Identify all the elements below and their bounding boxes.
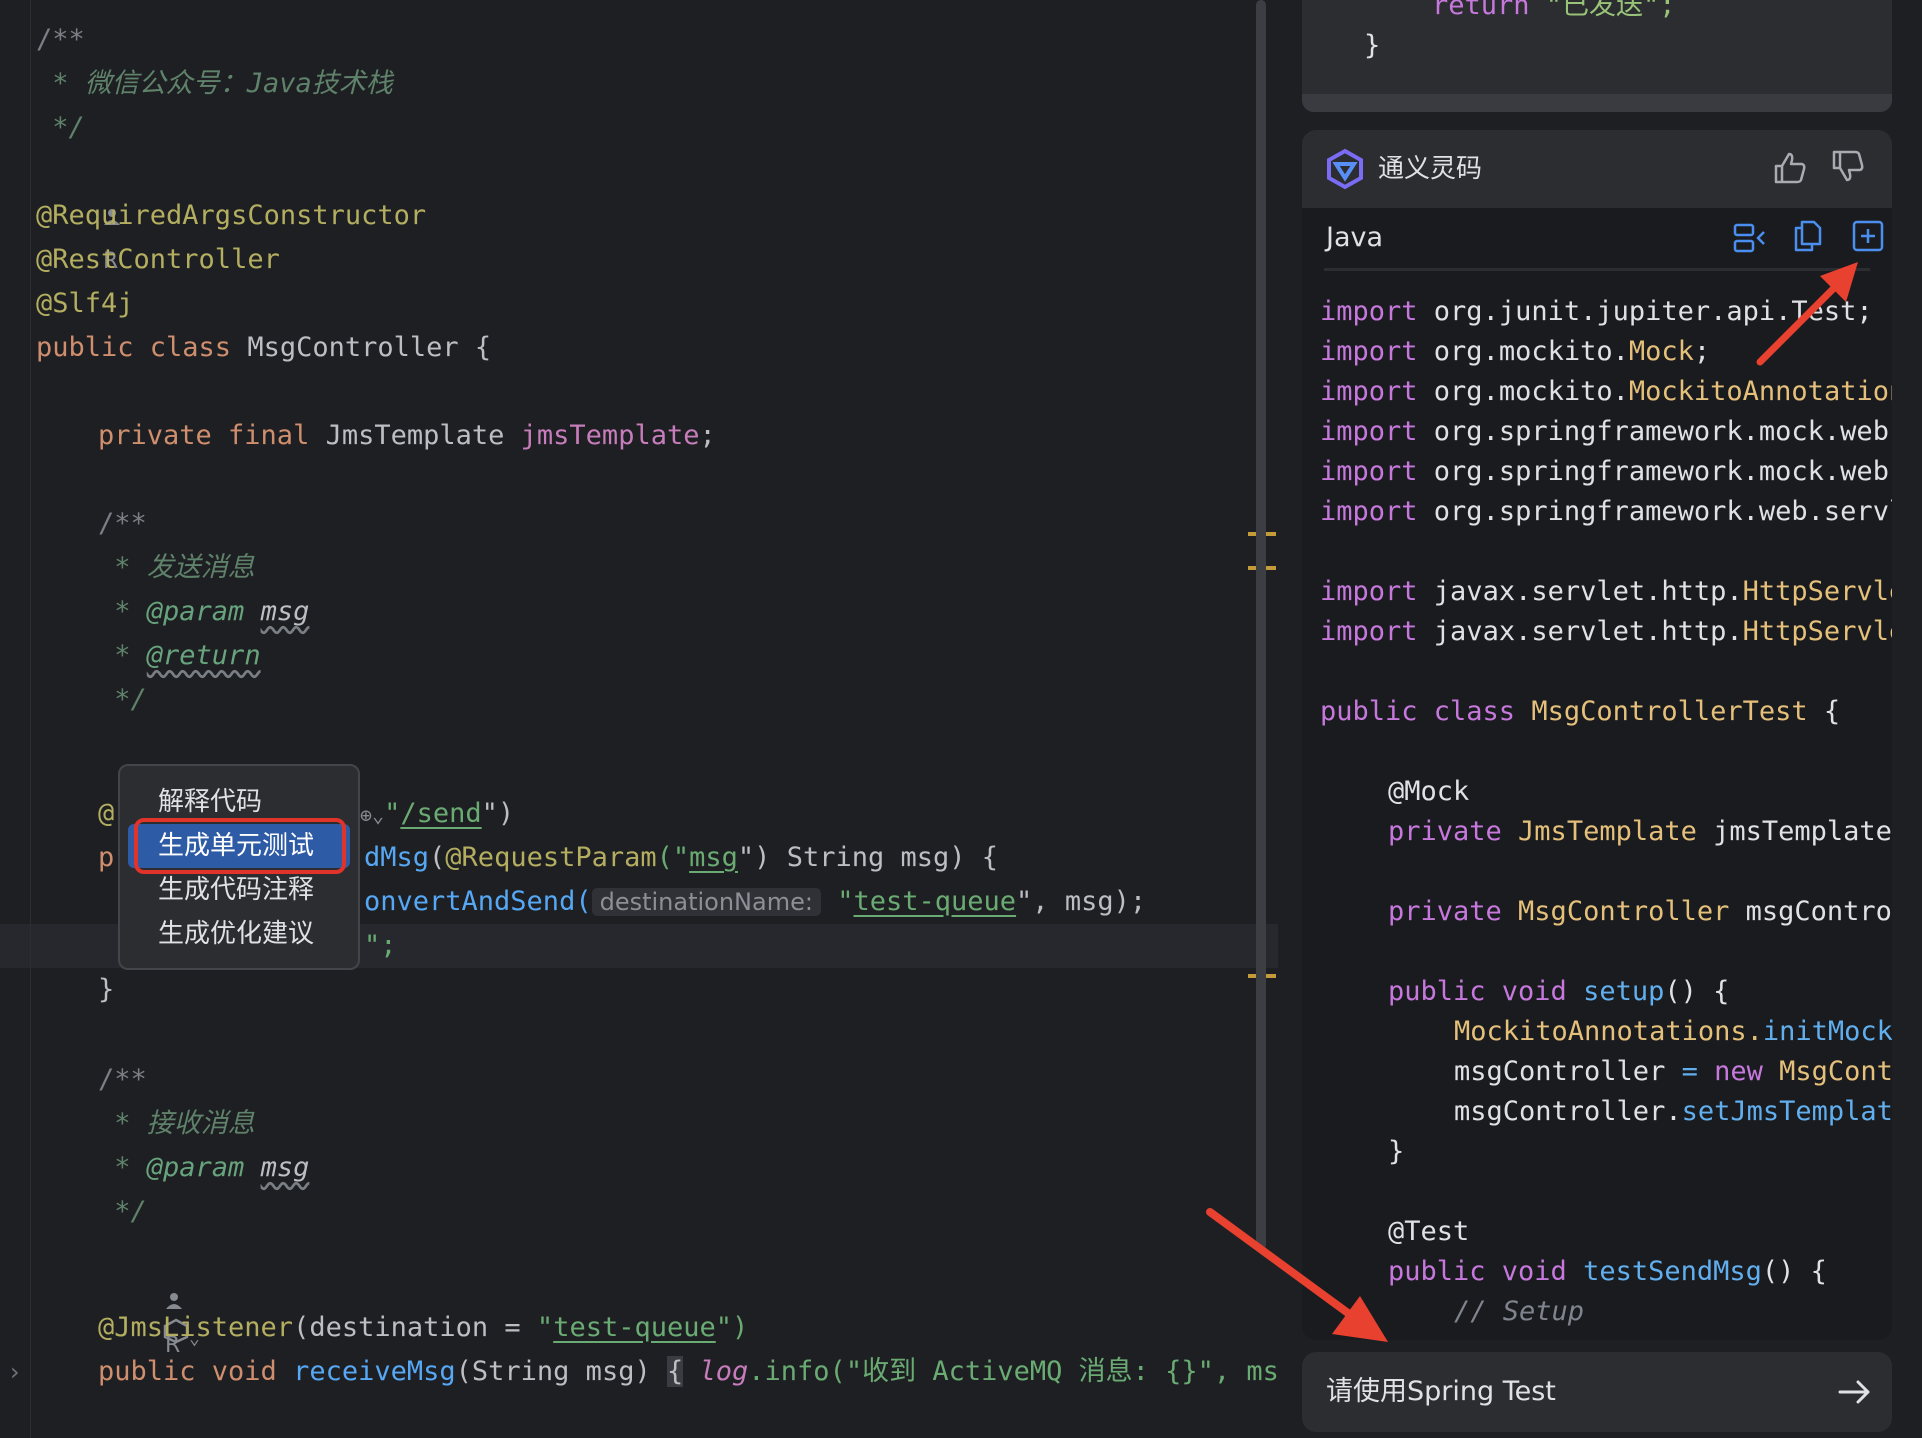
code-line: public void testSendMsg() { [1388, 1256, 1827, 1287]
code-line: p [98, 842, 115, 873]
code-line: */ [98, 1196, 147, 1227]
code-line: // Setup [1454, 1296, 1585, 1327]
code-line: dMsg(@RequestParam("msg") String msg) { [364, 842, 999, 873]
code-line: ⊕⌄"/send") [360, 798, 515, 829]
gutter-divider [30, 0, 31, 1438]
answer-card: 通义灵码 Java import org.junit.jupiter.api.T… [1302, 130, 1892, 1340]
code-line: public void setup() { [1388, 976, 1730, 1007]
menu-item-optimize-suggestions[interactable]: 生成优化建议 [128, 912, 350, 956]
code-block-header: Java [1302, 208, 1892, 268]
code-line: @Slf4j [36, 288, 134, 319]
new-file-icon[interactable] [1850, 218, 1886, 254]
code-line: import org.springframework.mock.web.Mock… [1320, 456, 1892, 487]
send-arrow-icon[interactable] [1832, 1370, 1876, 1414]
code-line: @RequiredArgsConstructor [36, 200, 427, 231]
code-line: @ [98, 798, 115, 829]
code-line: return "已发送"; [1432, 0, 1676, 21]
code-line: * 接收消息 [98, 1108, 255, 1139]
copy-icon[interactable] [1790, 218, 1826, 254]
code-line: MockitoAnnotations.initMocks(this); [1454, 1016, 1892, 1047]
code-line: import javax.servlet.http.HttpServletReq… [1320, 576, 1892, 607]
code-line: import org.springframework.web.servlet.M… [1320, 496, 1892, 527]
code-line: */ [98, 684, 147, 715]
code-line: "; [364, 930, 397, 961]
insert-diff-icon[interactable] [1732, 220, 1768, 256]
lingma-logo-icon [1327, 148, 1363, 190]
code-line: @Test [1388, 1216, 1470, 1247]
code-line: private MsgController msgController; [1388, 896, 1892, 927]
code-line: * @return [98, 640, 261, 671]
fold-chevron-icon[interactable]: › [10, 1358, 20, 1386]
code-line: /** [36, 24, 85, 55]
author-hint[interactable]: R [38, 150, 121, 274]
chat-input-text[interactable]: 请使用Spring Test [1326, 1372, 1556, 1412]
code-line: msgController = new MsgController(); [1454, 1056, 1892, 1087]
code-line: @RestController [36, 244, 280, 275]
answer-title: 通义灵码 [1378, 154, 1483, 184]
highlight-box [134, 818, 346, 874]
code-line: * @param msg [98, 1152, 310, 1183]
code-line: /** [98, 508, 147, 539]
code-line: public class MsgControllerTest { [1320, 696, 1841, 727]
previous-code-block-footer [1302, 94, 1892, 112]
code-line: } [98, 974, 115, 1005]
answer-header: 通义灵码 [1302, 130, 1892, 208]
code-line: import org.mockito.MockitoAnnotations; [1320, 376, 1892, 407]
code-line: } [1364, 30, 1381, 61]
code-header-divider [1324, 268, 1870, 271]
code-line: * 微信公众号：Java技术栈 [36, 68, 393, 99]
code-line: import org.mockito.Mock; [1320, 336, 1711, 367]
thumbs-up-icon[interactable] [1772, 150, 1808, 186]
code-line: import org.springframework.mock.web.Mock… [1320, 416, 1892, 447]
code-line: private JmsTemplate jmsTemplate; [1388, 816, 1892, 847]
menu-item-generate-comments[interactable]: 生成代码注释 [128, 868, 350, 912]
code-language-label: Java [1326, 222, 1384, 253]
code-line: * @param msg [98, 596, 310, 627]
code-line: onvertAndSend(destinationName: "test-que… [364, 886, 1147, 917]
parameter-hint: destinationName: [591, 888, 821, 916]
chat-input[interactable]: 请使用Spring Test [1302, 1352, 1892, 1432]
code-line: * 发送消息 [98, 552, 255, 583]
code-line: /** [98, 1064, 147, 1095]
code-line: @Mock [1388, 776, 1470, 807]
code-line: msgController.setJmsTemplate(jmsTemplate… [1454, 1096, 1892, 1127]
code-editor[interactable]: /** * 微信公众号：Java技术栈 */ R @RequiredArgsCo… [0, 0, 1278, 1438]
code-line: */ [36, 112, 85, 143]
code-line: import javax.servlet.http.HttpServletRes… [1320, 616, 1892, 647]
code-line: public class MsgController { [36, 332, 492, 363]
code-line: public void receiveMsg(String msg) { log… [98, 1356, 1278, 1387]
lingma-chat-panel: return "已发送"; } 通义灵码 Java import org.jun… [1278, 0, 1922, 1438]
code-line: import org.junit.jupiter.api.Test; [1320, 296, 1873, 327]
thumbs-down-icon[interactable] [1830, 148, 1866, 184]
code-line: } [1388, 1136, 1405, 1167]
code-line: @JmsListener(destination = "test-queue") [98, 1312, 749, 1343]
editor-scrollbar[interactable] [1256, 0, 1266, 1250]
code-line: private final JmsTemplate jmsTemplate; [98, 420, 716, 451]
